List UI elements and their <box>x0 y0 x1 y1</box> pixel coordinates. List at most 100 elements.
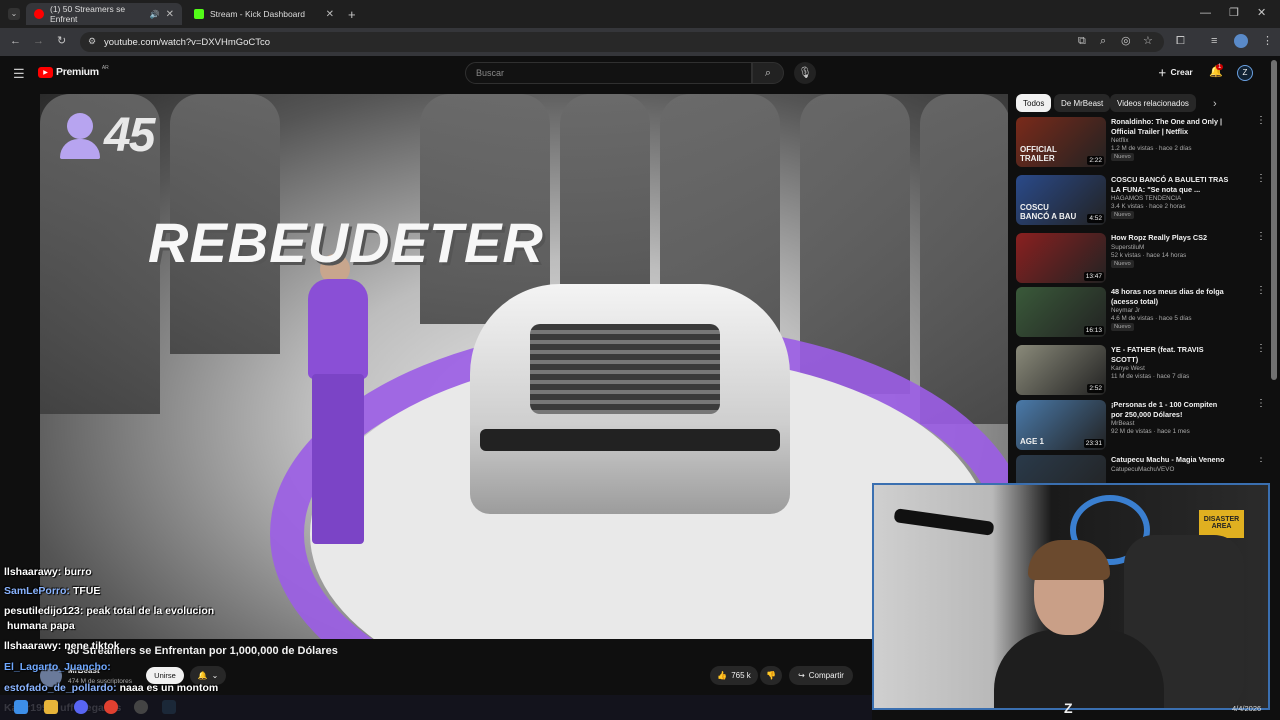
chip-de-mrbeast[interactable]: De MrBeast <box>1054 94 1111 112</box>
recommendation-channel[interactable]: Neymar Jr <box>1111 307 1231 314</box>
file-explorer-icon[interactable] <box>44 700 58 714</box>
install-icon[interactable]: ⧉ <box>1078 36 1086 47</box>
chat-username[interactable]: estofado_de_pollardo: <box>4 682 117 694</box>
voice-search-button[interactable]: 🎙 <box>794 62 816 84</box>
video-thumbnail[interactable]: OFFICIAL TRAILER 2:22 <box>1016 117 1106 167</box>
recommendation-title[interactable]: How Ropz Really Plays CS2 <box>1111 233 1231 243</box>
tab-label: (1) 50 Streamers se Enfrent <box>50 4 126 24</box>
recommendation-item[interactable]: OFFICIAL TRAILER 2:22 Ronaldinho: The One … <box>1016 116 1266 167</box>
recommendation-title[interactable]: 48 horas nos meus dias de folga (acesso … <box>1111 287 1231 306</box>
search-icon: ⌕ <box>764 66 772 79</box>
url-field[interactable]: ⚙ youtube.com/watch?v=DXVHmGoCTco <box>80 32 1164 52</box>
recommendation-title[interactable]: ¡Personas de 1 - 100 Compiten por 250,00… <box>1111 400 1231 419</box>
recommendation-meta: 52 k vistas · hace 14 horas <box>1111 251 1187 259</box>
back-icon[interactable]: ← <box>10 36 21 47</box>
bell-icon: 🔔 <box>197 671 208 680</box>
recommendation-channel[interactable]: MrBeast <box>1111 420 1231 427</box>
create-button[interactable]: ＋ Crear <box>1158 67 1193 79</box>
streamer-body <box>994 630 1164 708</box>
new-badge: Nuevo <box>1111 323 1134 331</box>
chrome-icon[interactable] <box>104 700 118 714</box>
chat-username[interactable]: llshaarawy: <box>4 640 61 652</box>
new-badge: Nuevo <box>1111 259 1134 268</box>
clock-date: 4/4/2026 <box>1232 704 1262 713</box>
dislike-button[interactable]: 👎 <box>760 666 782 685</box>
video-thumbnail[interactable]: AGE 1 23:31 <box>1016 400 1106 450</box>
more-options-icon[interactable]: ⋮ <box>1256 174 1266 225</box>
video-thumbnail[interactable]: 16:13 <box>1016 287 1106 337</box>
video-thumbnail[interactable]: COSCU BANCÓ A BAU 4:52 <box>1016 175 1106 225</box>
recommendation-title[interactable]: Ronaldinho: The One and Only | Official … <box>1111 117 1231 136</box>
chevron-right-icon[interactable]: › <box>1213 99 1217 110</box>
more-options-icon[interactable]: ⋮ <box>1256 116 1266 167</box>
recommendation-channel[interactable]: HAGAMOS TENDENCIA <box>1111 195 1231 202</box>
recommendation-item[interactable]: AGE 1 23:31 ¡Personas de 1 - 100 Compiten … <box>1016 399 1266 450</box>
forward-icon[interactable]: → <box>33 36 44 47</box>
reload-icon[interactable]: ↻ <box>57 36 66 47</box>
close-window-icon[interactable]: ✕ <box>1257 8 1266 19</box>
minimize-icon[interactable]: — <box>1200 8 1211 19</box>
more-options-icon[interactable]: ⋮ <box>1256 344 1266 395</box>
chat-username[interactable]: pesutiledijo123: <box>4 605 83 617</box>
tab-kick[interactable]: Stream - Kick Dashboard ✕ <box>186 3 342 25</box>
chat-username[interactable]: El_Lagarto_Juancho: <box>4 661 111 673</box>
eye-off-icon[interactable]: ◎ <box>1121 36 1131 47</box>
kick-favicon-icon <box>194 9 204 19</box>
browser-menu-icon[interactable]: ⋮ <box>1262 36 1273 47</box>
extensions-icon[interactable]: ⧠ <box>1176 36 1185 47</box>
search-input[interactable]: Buscar <box>465 62 752 84</box>
recommendation-item[interactable]: Catupecu Machu - Magia Veneno CatupecuMac… <box>1016 455 1266 485</box>
site-info-icon[interactable]: ⚙ <box>88 37 96 46</box>
youtube-logo[interactable]: ▶ Premium AR <box>38 65 109 78</box>
chat-text: naaa es un montom <box>119 682 219 694</box>
audio-icon[interactable]: 🔊 <box>150 10 160 19</box>
new-tab-icon[interactable]: + <box>348 8 356 21</box>
chip-videos-relacionados[interactable]: Videos relacionados <box>1110 94 1196 112</box>
more-options-icon[interactable]: ⋮ <box>1256 286 1266 337</box>
zoom-icon[interactable]: ⌕ <box>1100 36 1106 47</box>
video-thumbnail[interactable]: 2:52 <box>1016 345 1106 395</box>
tab-youtube[interactable]: (1) 50 Streamers se Enfrent 🔊 ✕ <box>26 3 182 25</box>
chat-username[interactable]: llshaarawy: <box>4 566 61 578</box>
scrollbar[interactable] <box>1271 60 1277 380</box>
recommendation-channel[interactable]: SuperstiluM <box>1111 244 1231 251</box>
recommendation-meta: 11 M de vistas · hace 7 días <box>1111 373 1190 380</box>
video-player[interactable] <box>40 94 1008 639</box>
share-button[interactable]: ↪ Compartir <box>789 666 853 685</box>
obs-icon[interactable] <box>134 700 148 714</box>
youtube-favicon-icon <box>34 9 44 19</box>
recommendation-title[interactable]: Catupecu Machu - Magia Veneno <box>1111 455 1231 465</box>
account-avatar[interactable]: Z <box>1237 65 1253 81</box>
like-button[interactable]: 👍 765 k <box>710 666 758 685</box>
discord-icon[interactable] <box>74 700 88 714</box>
steam-icon[interactable] <box>162 700 176 714</box>
recommendation-title[interactable]: YE - FATHER (feat. TRAVIS SCOTT) <box>1111 345 1231 364</box>
recommendation-item[interactable]: 2:52 YE - FATHER (feat. TRAVIS SCOTT) Kany… <box>1016 344 1266 395</box>
profile-avatar[interactable] <box>1234 34 1248 48</box>
video-thumbnail[interactable]: 13:47 <box>1016 233 1106 283</box>
chat-username[interactable]: SamLePorro: <box>4 585 70 597</box>
video-thumbnail[interactable] <box>1016 455 1106 485</box>
bookmark-star-icon[interactable]: ☆ <box>1143 36 1153 47</box>
media-control-icon[interactable]: ≡ <box>1211 36 1217 47</box>
close-tab-icon[interactable]: ✕ <box>166 9 174 20</box>
more-options-icon[interactable]: ⋮ <box>1256 455 1266 485</box>
chip-todos[interactable]: Todos <box>1016 94 1052 112</box>
more-options-icon[interactable]: ⋮ <box>1256 399 1266 450</box>
recommendation-channel[interactable]: Kanye West <box>1111 365 1231 372</box>
recommendation-item[interactable]: COSCU BANCÓ A BAU 4:52 COSCU BANCÓ A BAULE… <box>1016 174 1266 225</box>
search-button[interactable]: ⌕ <box>752 62 784 84</box>
tab-search-icon[interactable]: ⌄ <box>8 8 20 20</box>
recommendation-title[interactable]: COSCU BANCÓ A BAULETI TRAS LA FUNA: "Se … <box>1111 175 1231 194</box>
like-count: 765 k <box>731 671 751 680</box>
hamburger-menu-icon[interactable]: ☰ <box>13 67 25 80</box>
close-tab-icon[interactable]: ✕ <box>326 9 334 20</box>
recommendation-channel[interactable]: CatupecuMachuVEVO <box>1111 466 1231 473</box>
recommendation-channel[interactable]: Netflix <box>1111 137 1231 144</box>
more-options-icon[interactable]: ⋮ <box>1256 232 1266 283</box>
recommendation-item[interactable]: 13:47 How Ropz Really Plays CS2 Superstilu… <box>1016 232 1266 283</box>
recommendation-meta: 4.6 M de vistas · hace 5 días <box>1111 315 1192 322</box>
recommendation-item[interactable]: 16:13 48 horas nos meus dias de folga (ac… <box>1016 286 1266 337</box>
restore-icon[interactable]: ❐ <box>1229 8 1239 19</box>
windows-start-icon[interactable] <box>14 700 28 714</box>
